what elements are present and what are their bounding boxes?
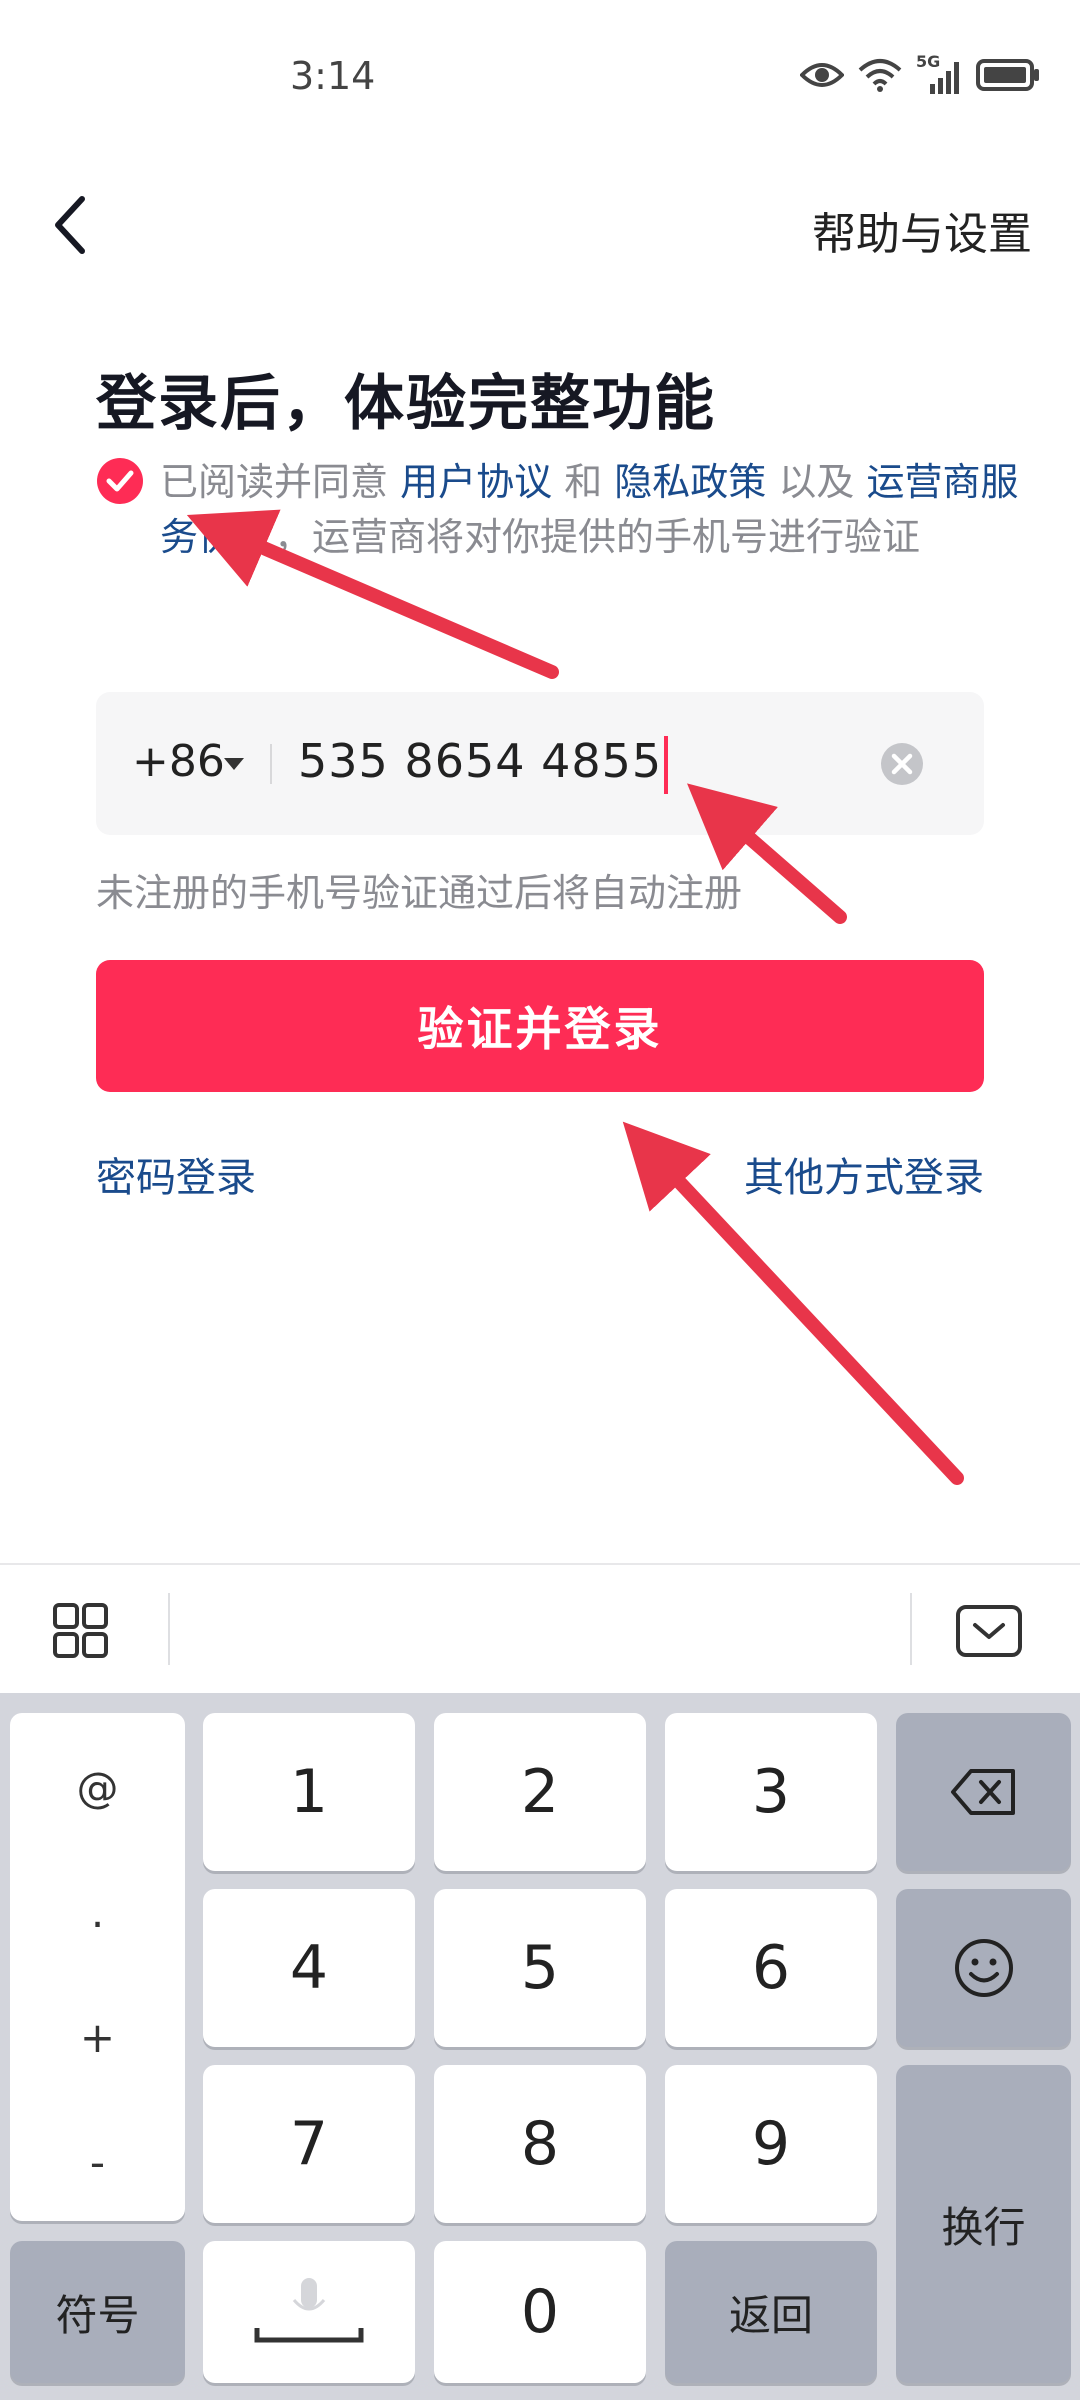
key-7[interactable]: 7 (203, 2065, 415, 2223)
chevron-left-icon (55, 196, 85, 254)
clear-icon[interactable] (880, 742, 924, 786)
key-1[interactable]: 1 (203, 1713, 415, 1871)
key-plus[interactable]: + (10, 2013, 185, 2062)
numeric-keyboard: @ . + - 1 2 3 4 5 6 7 8 9 换行 符号 0 返回 (0, 1693, 1080, 2400)
keyboard-toolbar (0, 1563, 1080, 1695)
keyboard-hide-icon[interactable] (950, 1597, 1030, 1667)
emoji-icon (954, 1939, 1013, 1997)
backspace-key[interactable] (896, 1713, 1071, 1871)
checkbox-checked-icon[interactable] (96, 457, 144, 505)
status-icons: 5G (800, 52, 1040, 94)
space-key[interactable] (203, 2241, 415, 2383)
country-code-selector[interactable]: +86 (132, 736, 225, 787)
help-settings-link[interactable]: 帮助与设置 (812, 198, 1032, 262)
page-title: 登录后，体验完整功能 (96, 369, 716, 439)
privacy-policy-link[interactable]: 隐私政策 (614, 460, 766, 504)
divider (270, 744, 272, 784)
key-2[interactable]: 2 (434, 1713, 646, 1871)
agreement-as-well-as: 以及 (766, 460, 867, 504)
status-time: 3:14 (290, 54, 376, 98)
caret-down-icon[interactable] (224, 758, 244, 770)
key-at[interactable]: @ (10, 1763, 185, 1812)
eye-icon (800, 63, 844, 87)
battery-icon (976, 59, 1039, 91)
key-6[interactable]: 6 (665, 1889, 877, 2047)
phone-number-value: 535 8654 4855 (298, 734, 663, 788)
grid-icon[interactable] (40, 1597, 120, 1667)
user-agreement-link[interactable]: 用户协议 (400, 460, 552, 504)
toolbar-divider (168, 1593, 170, 1665)
return-key[interactable]: 返回 (665, 2241, 877, 2383)
wifi-icon (858, 59, 902, 92)
other-login-link[interactable]: 其他方式登录 (744, 1145, 984, 1203)
mic-icon (254, 2278, 364, 2343)
5g-signal-icon: 5G (916, 52, 962, 94)
newline-key[interactable]: 换行 (896, 2065, 1071, 2383)
key-8[interactable]: 8 (434, 2065, 646, 2223)
status-bar: 3:14 5G (0, 0, 1080, 160)
toolbar-divider (910, 1593, 912, 1665)
agreement-and: 和 (552, 460, 615, 504)
emoji-key[interactable] (896, 1889, 1071, 2047)
agreement-text: 已阅读并同意 用户协议 和 隐私政策 以及 运营商服务协议，运营商将对你提供的手… (160, 455, 1020, 565)
key-5[interactable]: 5 (434, 1889, 646, 2047)
backspace-icon (950, 1769, 1015, 1815)
auto-register-hint: 未注册的手机号验证通过后将自动注册 (96, 871, 743, 915)
symbols-key[interactable]: 符号 (10, 2241, 185, 2383)
key-minus[interactable]: - (10, 2138, 185, 2187)
verify-login-button[interactable]: 验证并登录 (96, 960, 984, 1092)
key-0[interactable]: 0 (434, 2241, 646, 2383)
back-button[interactable] (40, 180, 100, 270)
phone-input-box[interactable]: +86 535 8654 4855 (96, 692, 984, 835)
key-dot[interactable]: . (10, 1888, 185, 1937)
phone-number-field[interactable]: 535 8654 4855 (298, 734, 669, 794)
symbol-column[interactable]: @ . + - (10, 1713, 185, 2221)
text-cursor (664, 735, 669, 794)
agreement-prefix: 已阅读并同意 (160, 460, 401, 504)
password-login-link[interactable]: 密码登录 (96, 1145, 256, 1203)
agreement-suffix: ，运营商将对你提供的手机号进行验证 (274, 515, 921, 559)
key-9[interactable]: 9 (665, 2065, 877, 2223)
key-3[interactable]: 3 (665, 1713, 877, 1871)
key-4[interactable]: 4 (203, 1889, 415, 2047)
network-label: 5G (916, 52, 941, 71)
